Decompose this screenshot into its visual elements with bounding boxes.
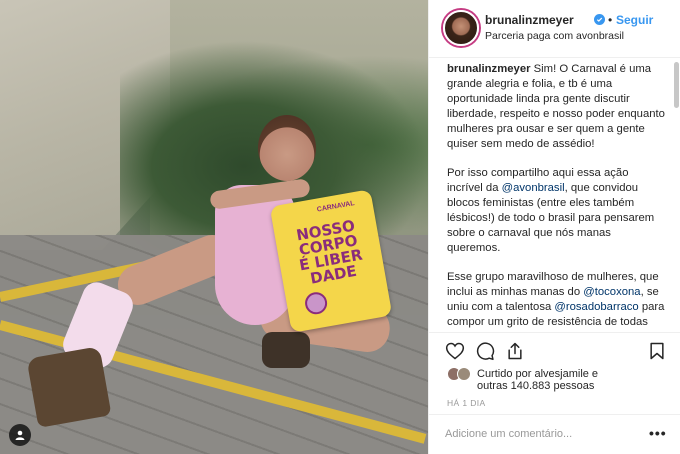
mention-link[interactable]: @avonbrasil xyxy=(502,182,565,194)
avatar xyxy=(457,367,471,381)
sign-main-text: NOSSO CORPO É LIBER DADE xyxy=(295,216,364,288)
comment-icon[interactable] xyxy=(475,341,495,361)
post-actions xyxy=(429,332,680,366)
paid-partnership-label[interactable]: Parceria paga com avonbrasil xyxy=(485,30,624,42)
verified-icon xyxy=(594,14,605,25)
comment-input[interactable] xyxy=(445,423,635,445)
bookmark-icon[interactable] xyxy=(647,341,667,361)
caption-username[interactable]: brunalinzmeyer xyxy=(447,63,531,75)
post-caption: brunalinzmeyer Sim! O Carnaval é uma gra… xyxy=(447,62,665,332)
share-icon[interactable] xyxy=(505,341,525,361)
sign-avatar-graphic xyxy=(303,290,329,316)
scrollbar-thumb[interactable] xyxy=(674,62,679,108)
photo-sign: CARNAVAL NOSSO CORPO É LIBER DADE xyxy=(269,189,393,333)
mention-link[interactable]: @tocoxona xyxy=(583,286,640,298)
post-header: brunalinzmeyer • Seguir Parceria paga co… xyxy=(429,0,680,58)
post-photo[interactable]: CARNAVAL NOSSO CORPO É LIBER DADE xyxy=(0,0,428,454)
likes-avatars xyxy=(447,367,477,381)
heart-icon[interactable] xyxy=(445,341,465,361)
user-tag-icon[interactable] xyxy=(9,424,31,446)
photo-person-boot xyxy=(26,346,112,428)
header-username[interactable]: brunalinzmeyer xyxy=(485,13,574,27)
photo-person-head xyxy=(258,115,316,181)
post-timestamp[interactable]: HÁ 1 DIA xyxy=(447,398,486,408)
mention-link[interactable]: @rosadobarraco xyxy=(554,301,638,313)
caption-paragraph: Por isso compartilho aqui essa ação incr… xyxy=(447,166,665,256)
photo-person-boot xyxy=(262,332,310,368)
comment-box: ••• xyxy=(429,414,680,454)
caption-paragraph: brunalinzmeyer Sim! O Carnaval é uma gra… xyxy=(447,62,665,152)
follow-separator: • xyxy=(608,13,613,27)
more-options-button[interactable]: ••• xyxy=(649,425,667,441)
sign-top-text: CARNAVAL xyxy=(316,200,356,214)
caption-paragraph: Esse grupo maravilhoso de mulheres, que … xyxy=(447,270,665,332)
caption-text: Sim! O Carnaval é uma grande alegria e f… xyxy=(447,63,665,150)
post-side-panel: brunalinzmeyer • Seguir Parceria paga co… xyxy=(428,0,680,454)
caption-scrollbar[interactable] xyxy=(674,60,679,332)
follow-button[interactable]: Seguir xyxy=(616,13,653,27)
likes-count[interactable]: outras 140.883 pessoas xyxy=(477,379,594,393)
avatar[interactable] xyxy=(443,10,479,46)
